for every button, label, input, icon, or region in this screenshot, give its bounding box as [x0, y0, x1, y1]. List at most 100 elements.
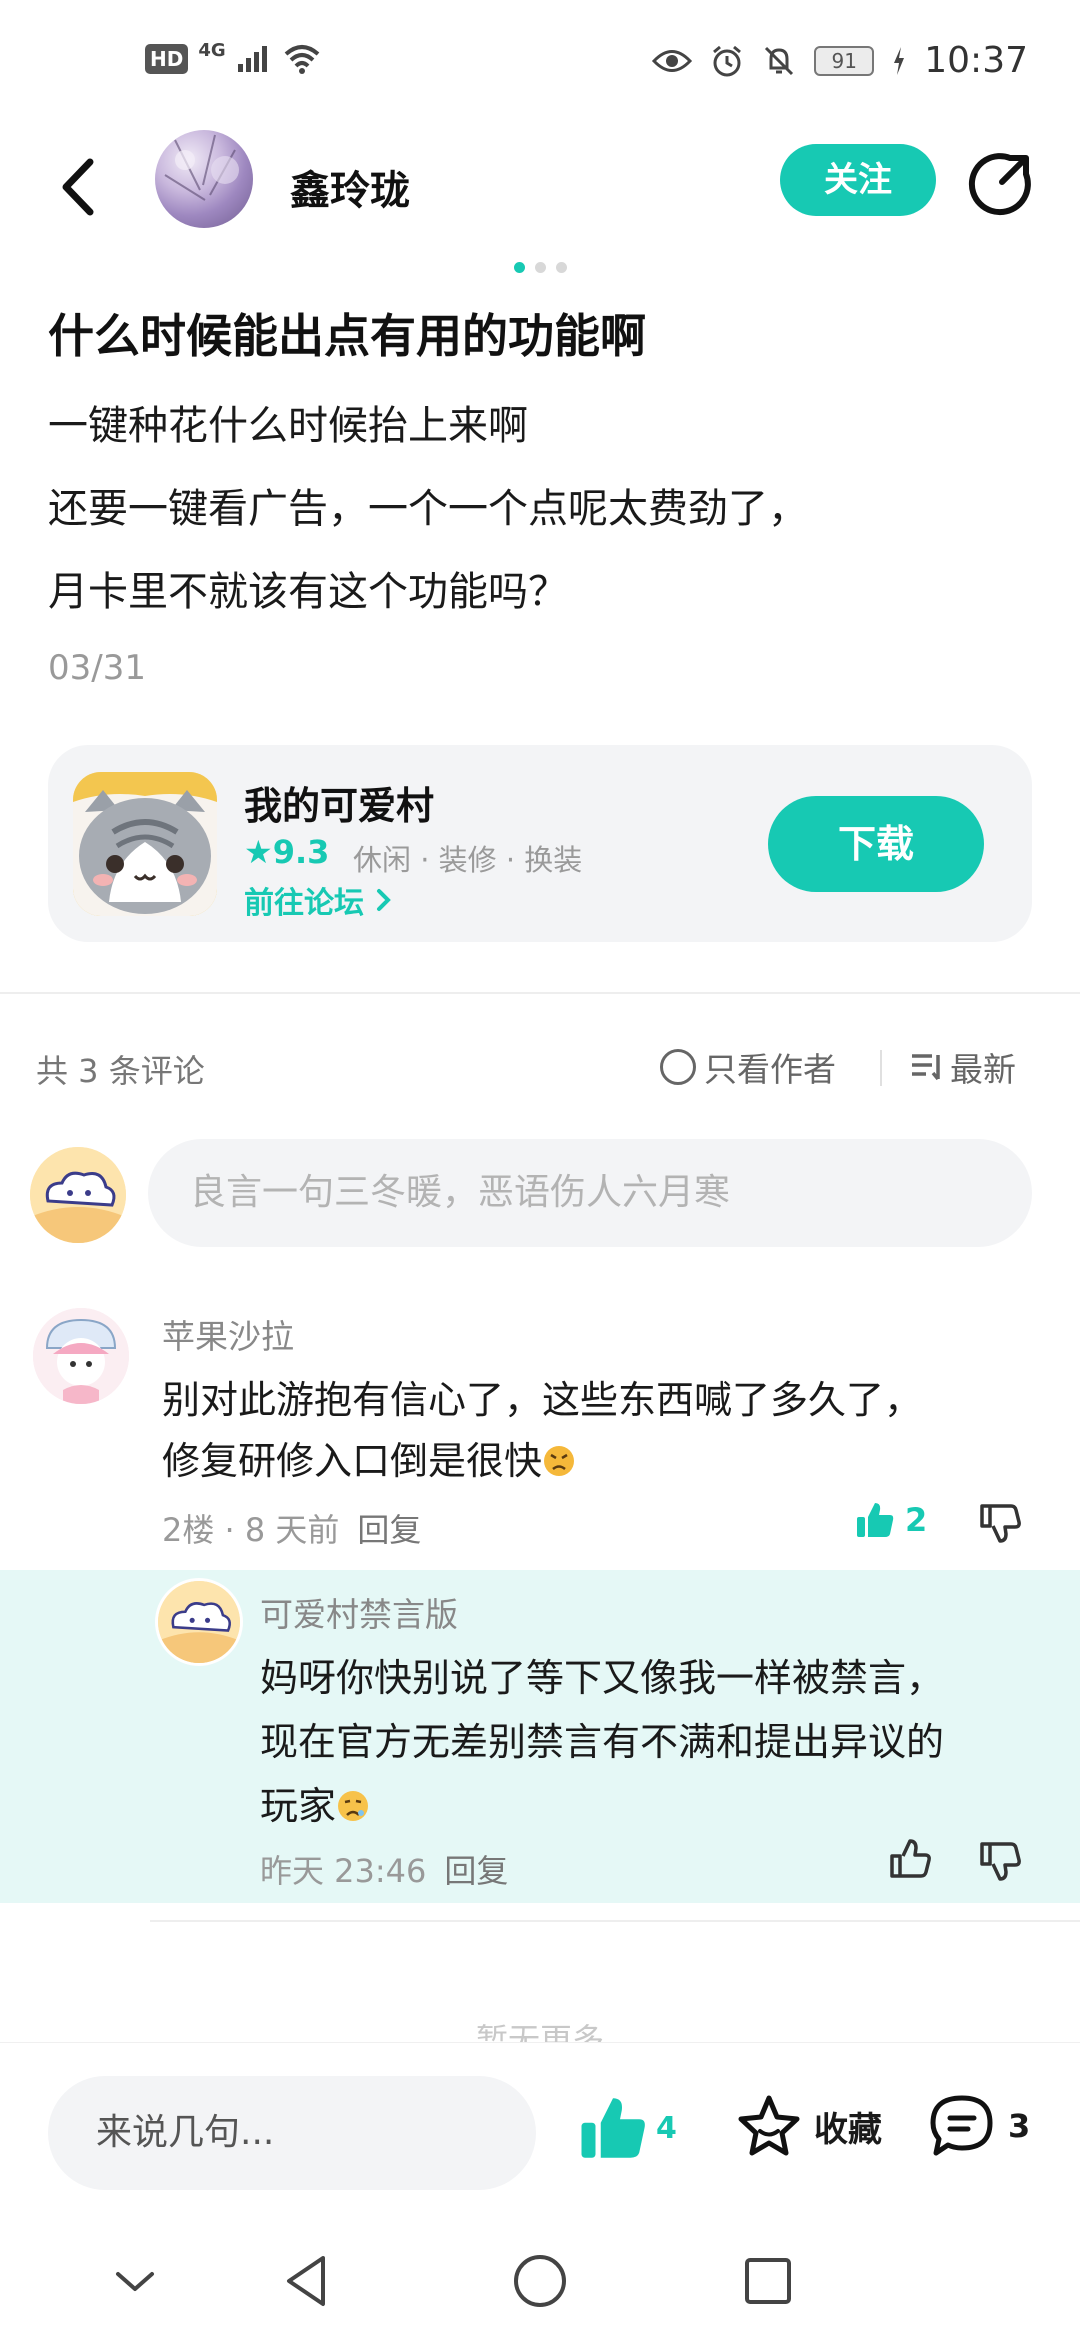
chat-bubble-icon — [930, 2095, 993, 2156]
eye-icon — [652, 49, 693, 72]
comment-count-button[interactable]: 3 — [928, 2093, 1030, 2159]
sort-button[interactable]: 最新 — [910, 1043, 1016, 1091]
forum-link-label: 前往论坛 — [244, 886, 364, 921]
reply-time: 昨天 23:46 — [260, 1852, 427, 1890]
only-author-toggle[interactable]: 只看作者 — [660, 1043, 836, 1091]
signal-icon — [237, 46, 267, 72]
reply-line: 现在官方无差别禁言有不满和提出异议的 — [260, 1720, 945, 1764]
post-line: 还要一键看广告，一个一个点呢太费劲了， — [48, 486, 808, 532]
comment-total-count: 3 — [1008, 2107, 1031, 2145]
replier-avatar[interactable] — [155, 1578, 243, 1666]
follow-button[interactable]: 关注 — [780, 144, 936, 216]
reply-divider — [150, 1920, 1080, 1922]
section-divider — [0, 992, 1080, 994]
author-name[interactable]: 鑫玲珑 — [290, 158, 410, 216]
thumbs-down-icon[interactable] — [978, 1838, 1022, 1882]
star-outline-icon — [738, 2095, 800, 2156]
nav-home-icon[interactable] — [505, 2246, 575, 2316]
thumbs-up-filled-icon — [581, 2098, 645, 2158]
charging-icon — [894, 46, 905, 75]
author-avatar[interactable] — [155, 130, 253, 228]
sort-lines-icon — [912, 1054, 940, 1081]
favorite-label: 收藏 — [814, 2109, 882, 2150]
favorite-button[interactable]: 收藏 — [736, 2093, 882, 2159]
post-date: 03/31 — [48, 648, 146, 688]
commenter-avatar[interactable] — [33, 1308, 129, 1404]
pager-dot-active — [513, 262, 525, 273]
reply-line: 玩家 — [260, 1784, 337, 1828]
only-author-label: 只看作者 — [704, 1050, 836, 1089]
thumbs-up-icon[interactable] — [888, 1838, 932, 1882]
network-label: 4G — [198, 40, 226, 61]
comment-like-count: 2 — [905, 1501, 928, 1539]
thumbs-up-filled-icon — [857, 1503, 894, 1537]
star-icon: ★ — [244, 833, 273, 871]
chevron-right-icon — [377, 889, 392, 911]
game-tags: 休闲 · 装修 · 换装 — [353, 843, 583, 877]
comment-input[interactable]: 良言一句三冬暖，恶语伤人六月寒 — [148, 1139, 1032, 1247]
comment-line: 别对此游抱有信心了，这些东西喊了多久了， — [162, 1378, 923, 1422]
replier-name[interactable]: 可爱村禁言版 — [260, 1588, 458, 1636]
header-separator — [880, 1050, 882, 1086]
replier-avatar-image — [158, 1581, 240, 1663]
hd-badge: HD — [145, 44, 189, 74]
my-avatar-image — [30, 1147, 126, 1243]
chevron-down-icon[interactable] — [100, 2246, 170, 2316]
post-like-button[interactable]: 4 — [578, 2093, 677, 2163]
sad-face-emoji-icon — [338, 1791, 369, 1821]
top-nav: 鑫玲珑 关注 — [0, 130, 1080, 245]
forum-link[interactable]: 前往论坛 — [244, 878, 394, 922]
comment-text: 别对此游抱有信心了，这些东西喊了多久了， 修复研修入口倒是很快 — [162, 1370, 1022, 1492]
comment-like-button[interactable]: 2 — [855, 1500, 927, 1540]
game-card[interactable]: 我的可爱村 ★9.3 休闲 · 装修 · 换装 前往论坛 下载 — [48, 745, 1032, 942]
author-avatar-image — [164, 134, 239, 201]
rating-value: 9.3 — [272, 833, 330, 871]
post-title: 什么时候能出点有用的功能啊 — [48, 309, 646, 363]
game-name[interactable]: 我的可爱村 — [244, 775, 434, 830]
thumbs-down-icon[interactable] — [978, 1500, 1022, 1544]
mute-bell-icon — [765, 46, 794, 75]
share-icon[interactable] — [968, 150, 1034, 216]
post-like-count: 4 — [656, 2110, 677, 2146]
alarm-icon — [713, 45, 742, 76]
pager-dot — [555, 262, 567, 273]
radio-circle-icon — [660, 1049, 696, 1085]
wifi-icon — [284, 45, 319, 74]
bottom-comment-input[interactable]: 来说几句... — [48, 2076, 536, 2190]
clock: 10:37 — [924, 40, 1028, 81]
my-avatar — [30, 1147, 126, 1243]
comment-line-with-emoji: 修复研修入口倒是很快 — [162, 1431, 1022, 1492]
reply-line: 妈呀你快别说了等下又像我一样被禁言， — [260, 1656, 945, 1700]
pager-dot — [534, 262, 546, 273]
reply-button[interactable]: 回复 — [444, 1852, 508, 1890]
commenter-avatar-image — [33, 1308, 129, 1404]
post-body: 一键种花什么时候抬上来啊 还要一键看广告，一个一个点呢太费劲了， 月卡里不就该有… — [48, 385, 1038, 634]
back-arrow-icon[interactable] — [52, 152, 112, 222]
status-right: 91 10:37 — [652, 40, 1028, 81]
game-icon[interactable] — [73, 772, 217, 916]
game-rating: ★9.3 — [244, 833, 329, 871]
commenter-name[interactable]: 苹果沙拉 — [162, 1310, 294, 1358]
reply-text: 妈呀你快别说了等下又像我一样被禁言， 现在官方无差别禁言有不满和提出异议的 玩家 — [260, 1646, 1040, 1838]
angry-face-emoji-icon — [544, 1446, 575, 1476]
sort-label: 最新 — [950, 1050, 1016, 1089]
game-cat-image — [73, 772, 217, 916]
comment-count: 共 3 条评论 — [36, 1052, 205, 1090]
reply-meta: 昨天 23:46 回复 — [260, 1846, 508, 1892]
reply-button[interactable]: 回复 — [357, 1511, 421, 1549]
reply-line-with-emoji: 玩家 — [260, 1774, 1040, 1838]
image-pager-dots — [0, 262, 1080, 273]
post-line: 月卡里不就该有这个功能吗？ — [48, 569, 568, 615]
status-bar: HD 4G 91 10:37 — [0, 0, 1080, 130]
nav-recents-icon[interactable] — [733, 2246, 803, 2316]
download-button[interactable]: 下载 — [768, 796, 984, 892]
system-nav-bar — [0, 2222, 1080, 2340]
comment-line: 修复研修入口倒是很快 — [162, 1439, 543, 1483]
battery-indicator: 91 — [814, 45, 875, 76]
bottom-action-bar: 来说几句... 4 收藏 3 — [0, 2042, 1080, 2222]
nav-back-icon[interactable] — [273, 2246, 343, 2316]
post-line: 一键种花什么时候抬上来啊 — [48, 403, 528, 449]
status-left: HD 4G — [145, 40, 322, 74]
comment-meta: 2楼 · 8 天前 回复 — [162, 1505, 421, 1551]
comment-floor-time: 2楼 · 8 天前 — [162, 1511, 340, 1549]
